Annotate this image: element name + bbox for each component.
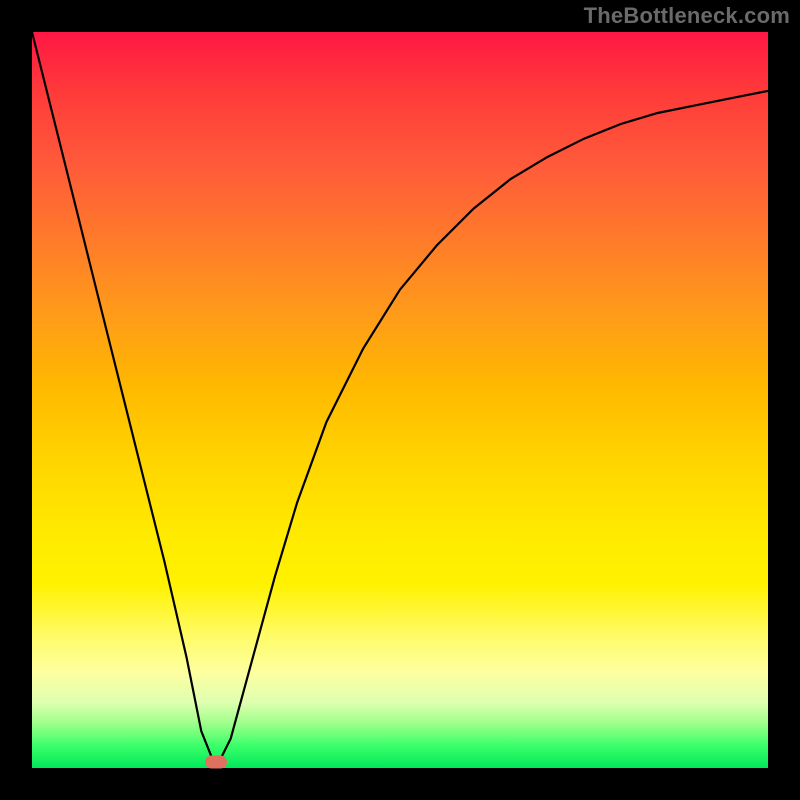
minimum-marker <box>205 756 227 769</box>
watermark-text: TheBottleneck.com <box>584 3 790 29</box>
plot-area <box>32 32 768 768</box>
chart-container: TheBottleneck.com <box>0 0 800 800</box>
bottleneck-curve <box>32 32 768 768</box>
curve-svg <box>32 32 768 768</box>
